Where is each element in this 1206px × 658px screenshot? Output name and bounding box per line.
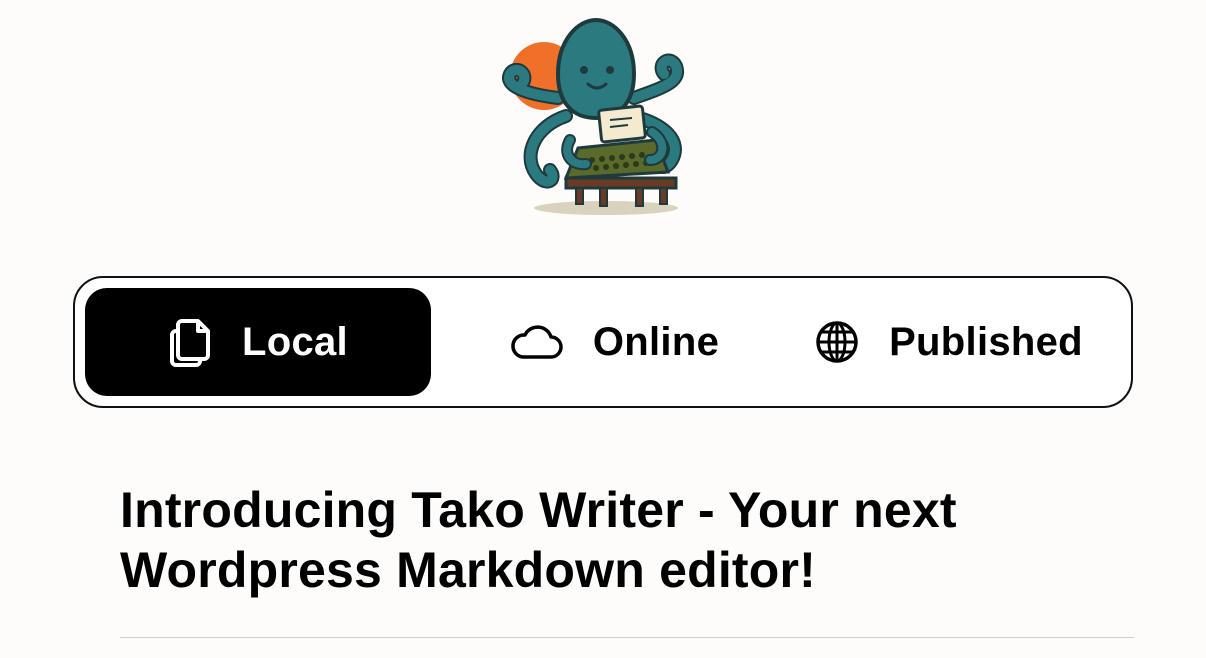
cloud-icon	[509, 323, 563, 361]
post-title[interactable]: Introducing Tako Writer - Your next Word…	[120, 480, 1130, 600]
divider	[120, 637, 1134, 638]
tab-published-label: Published	[889, 319, 1083, 364]
tab-online-label: Online	[592, 319, 720, 364]
tab-local-label: Local	[242, 319, 348, 364]
tab-online[interactable]: Online	[479, 288, 749, 396]
documents-icon	[168, 317, 212, 367]
octopus-typewriter-logo	[502, 17, 684, 215]
app-page: Local Online Published Introducing Tako …	[0, 0, 1206, 658]
view-tabs: Local Online Published	[73, 276, 1133, 408]
tab-local[interactable]: Local	[85, 288, 431, 396]
tab-published[interactable]: Published	[799, 288, 1099, 396]
globe-icon	[815, 320, 859, 364]
